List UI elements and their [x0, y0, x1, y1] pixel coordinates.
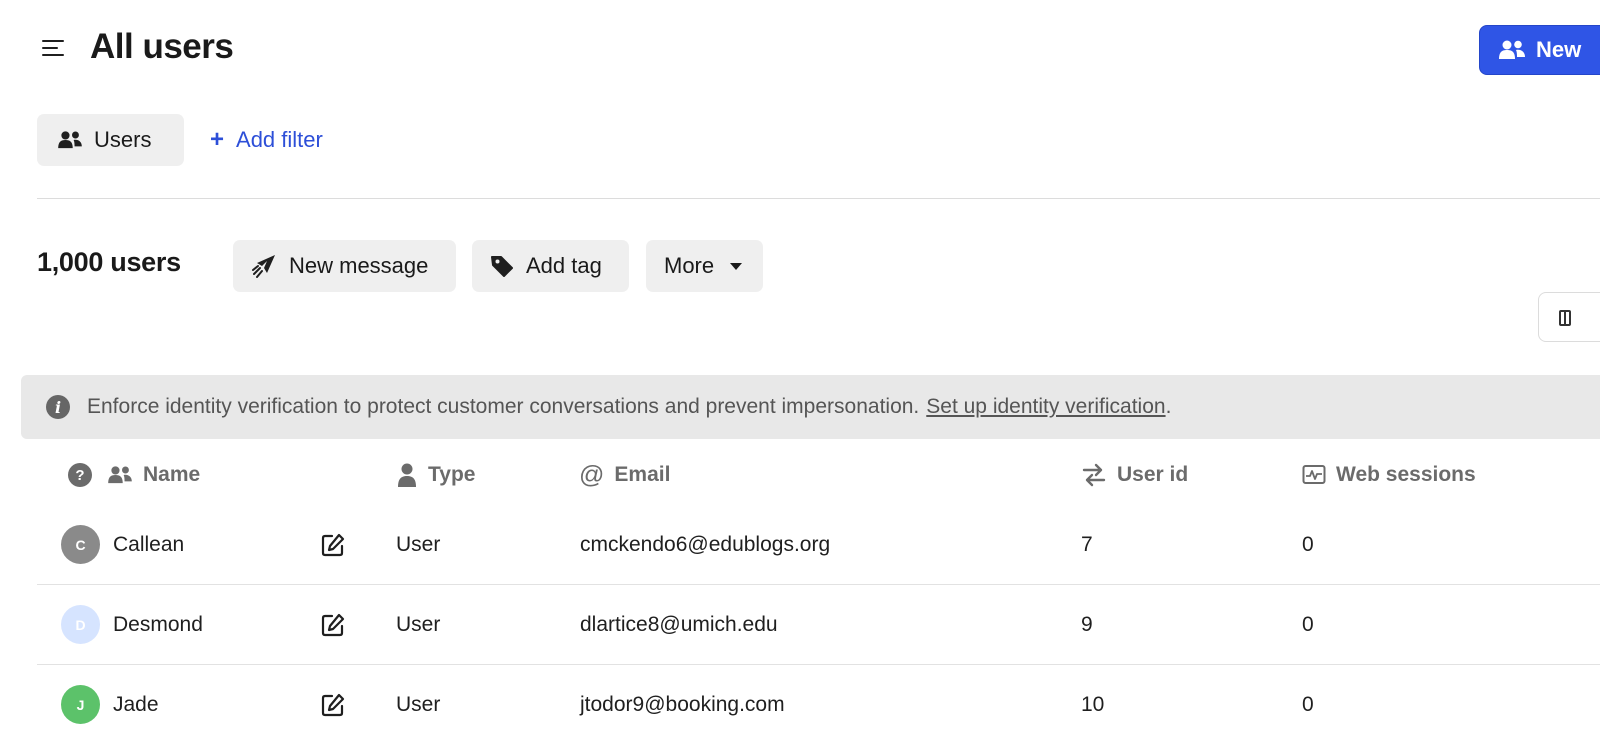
setup-identity-verification-link[interactable]: Set up identity verification	[926, 395, 1165, 419]
users-icon	[1499, 40, 1525, 59]
banner-text: Enforce identity verification to protect…	[87, 395, 920, 418]
add-tag-label: Add tag	[526, 253, 602, 278]
column-header-name-label: Name	[143, 463, 201, 486]
users-icon	[108, 466, 132, 484]
person-icon	[398, 463, 416, 487]
user-email: dlartice8@umich.edu	[580, 613, 778, 636]
column-header-type-label: Type	[428, 463, 476, 486]
user-type: User	[396, 693, 441, 716]
users-icon	[58, 131, 82, 149]
user-count: 1,000 users	[37, 247, 181, 277]
question-icon[interactable]: ?	[68, 463, 92, 487]
activity-monitor-icon	[1302, 465, 1326, 484]
user-name[interactable]: Desmond	[113, 585, 203, 665]
table-row[interactable]: C Callean User cmckendo6@edublogs.org 7 …	[37, 505, 1600, 585]
column-header-email[interactable]: @ Email	[579, 458, 670, 492]
avatar[interactable]: J	[61, 685, 100, 724]
user-email: jtodor9@booking.com	[580, 693, 785, 716]
user-name[interactable]: Jade	[113, 665, 159, 745]
more-dropdown[interactable]: More	[646, 240, 763, 292]
column-header-web-sessions[interactable]: Web sessions	[1302, 458, 1476, 492]
user-id: 10	[1081, 693, 1105, 716]
edit-icon[interactable]	[320, 665, 346, 745]
edit-icon[interactable]	[320, 585, 346, 665]
add-filter-button[interactable]: + Add filter	[210, 114, 323, 166]
new-message-button[interactable]: New message	[233, 240, 456, 292]
avatar[interactable]: D	[61, 605, 100, 644]
new-message-label: New message	[289, 253, 429, 278]
menu-icon-line	[42, 54, 64, 57]
user-email: cmckendo6@edublogs.org	[580, 533, 831, 556]
user-id: 7	[1081, 533, 1093, 556]
user-type: User	[396, 533, 441, 556]
more-label: More	[664, 253, 715, 278]
tag-icon	[491, 256, 513, 277]
user-web-sessions: 0	[1302, 693, 1314, 716]
user-type: User	[396, 613, 441, 636]
plus-icon: +	[210, 126, 225, 153]
new-user-button[interactable]: New	[1479, 25, 1600, 75]
columns-button[interactable]	[1538, 292, 1600, 342]
table-row[interactable]: J Jade User jtodor9@booking.com 10 0	[37, 665, 1600, 745]
column-header-web-sessions-label: Web sessions	[1336, 463, 1476, 486]
user-web-sessions: 0	[1302, 533, 1314, 556]
column-header-user-id[interactable]: User id	[1081, 458, 1188, 492]
column-header-type[interactable]: Type	[396, 458, 475, 492]
at-icon: @	[579, 460, 605, 489]
segment-users-label: Users	[94, 127, 152, 152]
menu-icon	[42, 40, 64, 43]
menu-icon-line	[42, 47, 58, 50]
user-id: 9	[1081, 613, 1093, 636]
table-row[interactable]: D Desmond User dlartice8@umich.edu 9 0	[37, 585, 1600, 665]
column-header-email-label: Email	[614, 463, 671, 486]
banner-trailing: .	[1165, 395, 1172, 418]
add-filter-label: Add filter	[236, 127, 323, 152]
info-icon: i	[46, 395, 70, 419]
new-user-button-label: New	[1536, 37, 1582, 62]
segment-users[interactable]: Users	[37, 114, 184, 166]
caret-down-icon	[730, 262, 743, 270]
arrows-transfer-icon	[1082, 463, 1106, 487]
column-header-user-id-label: User id	[1117, 463, 1189, 486]
page-title: All users	[90, 27, 234, 66]
add-tag-button[interactable]: Add tag	[472, 240, 629, 292]
columns-icon	[1559, 310, 1571, 326]
column-header-name[interactable]: Name	[107, 458, 200, 492]
user-name[interactable]: Callean	[113, 505, 184, 585]
edit-icon[interactable]	[320, 505, 346, 585]
divider	[37, 198, 1600, 199]
user-web-sessions: 0	[1302, 613, 1314, 636]
avatar[interactable]: C	[61, 525, 100, 564]
identity-verification-banner: i Enforce identity verification to prote…	[21, 375, 1600, 439]
paper-plane-icon	[252, 255, 275, 278]
menu-button[interactable]	[36, 32, 70, 66]
